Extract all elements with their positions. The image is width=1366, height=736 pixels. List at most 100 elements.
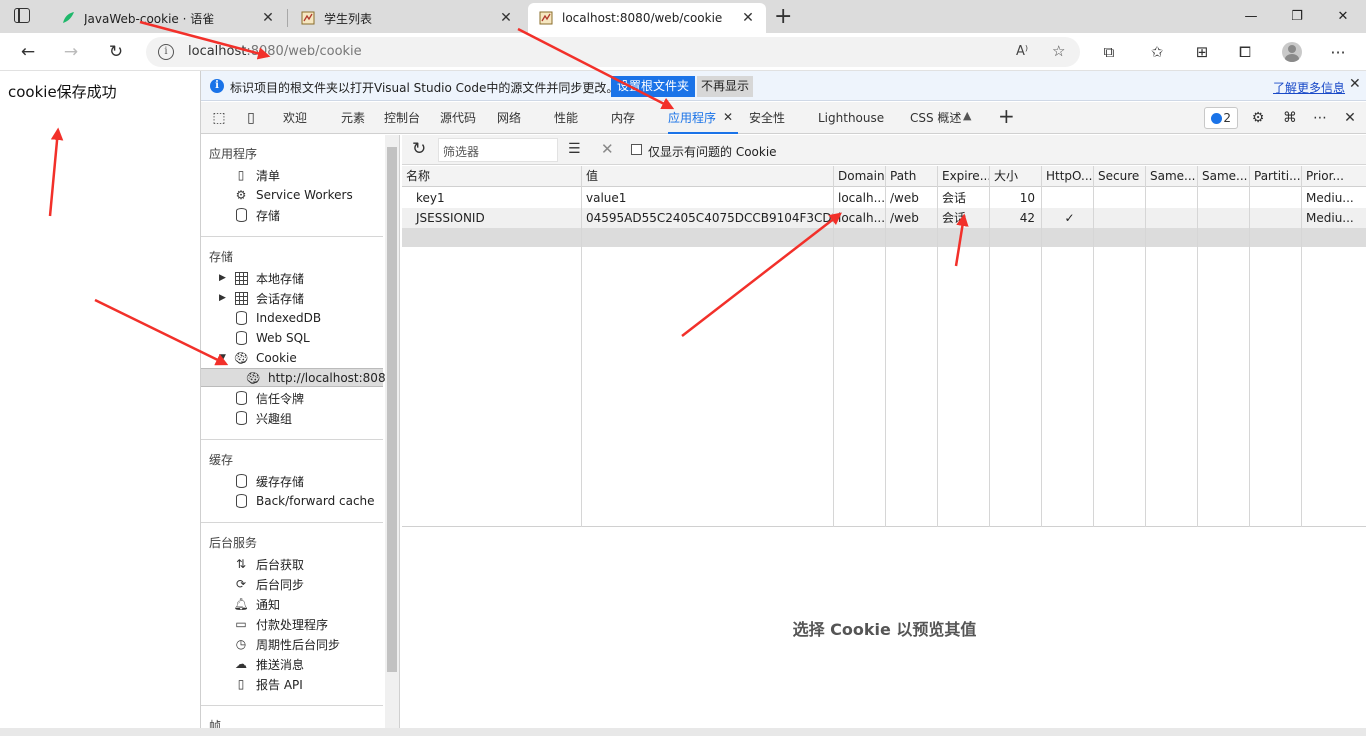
read-aloud-icon[interactable]: A⁾	[1016, 44, 1028, 59]
settings-gear-icon[interactable]: ⚙	[1249, 109, 1267, 127]
forward-arrow-icon[interactable]: →	[56, 37, 86, 67]
site-info-icon[interactable]: i	[158, 44, 174, 60]
issues-badge[interactable]: 2	[1204, 107, 1238, 129]
tab-css-overview[interactable]: CSS 概述	[910, 102, 961, 134]
new-tab-button[interactable]: +	[774, 4, 792, 29]
clear-all-icon[interactable]: ☰	[568, 141, 581, 157]
maximize-button[interactable]: ❐	[1274, 0, 1320, 33]
tab-sources[interactable]: 源代码	[440, 102, 476, 134]
collapse-arrow-icon[interactable]: ▼	[219, 353, 226, 363]
column-header-partition-key[interactable]: Partiti...	[1250, 166, 1301, 187]
refresh-icon[interactable]: ↻	[101, 37, 131, 67]
column-header-httponly[interactable]: HttpO...	[1042, 166, 1093, 187]
column-header-secure[interactable]: Secure	[1094, 166, 1145, 187]
sidebar-item-local-storage[interactable]: 本地存储	[233, 268, 304, 288]
close-tab-icon[interactable]: ✕	[723, 110, 733, 124]
page-content: cookie保存成功	[0, 71, 200, 728]
device-emulation-icon[interactable]: ▯	[242, 109, 260, 127]
only-issues-checkbox[interactable]	[631, 144, 642, 155]
expand-arrow-icon[interactable]: ▶	[219, 273, 226, 283]
close-devtools-icon[interactable]: ✕	[1341, 109, 1359, 127]
tab-localhost-cookie[interactable]: localhost:8080/web/cookie ✕	[528, 3, 766, 33]
column-header-domain[interactable]: Domain	[834, 166, 885, 187]
sidebar-item-cache-storage[interactable]: 缓存存储	[233, 471, 304, 491]
column-header-priority[interactable]: Prior...	[1302, 166, 1366, 187]
cell-name: key1	[416, 191, 445, 205]
avatar[interactable]	[1277, 37, 1307, 67]
filter-input[interactable]: 筛选器	[438, 138, 558, 162]
tab-console[interactable]: 控制台	[384, 102, 420, 134]
tab-javaweb-cookie[interactable]: JavaWeb-cookie · 语雀 ✕	[50, 3, 286, 33]
dont-show-again-button[interactable]: 不再显示	[697, 76, 754, 97]
tab-elements[interactable]: 元素	[341, 102, 365, 134]
gear-icon: ⚙	[235, 188, 247, 202]
close-tab-icon[interactable]: ✕	[498, 10, 514, 26]
column-header-name[interactable]: 名称	[402, 166, 581, 187]
cell-expires: 会话	[942, 211, 967, 225]
column-header-size[interactable]: 大小	[990, 166, 1041, 187]
up-down-arrows-icon: ⇅	[235, 557, 247, 571]
settings-more-icon[interactable]: ···	[1323, 37, 1353, 67]
collections-icon[interactable]: ⊞	[1187, 37, 1217, 67]
tab-student-list[interactable]: 学生列表 ✕	[290, 3, 524, 33]
close-tab-icon[interactable]: ✕	[260, 10, 276, 26]
column-header-path[interactable]: Path	[886, 166, 937, 187]
sidebar-item-service-workers[interactable]: ⚙ Service Workers	[233, 185, 353, 205]
sidebar-item-cookie-origin[interactable]: 🍪︎ http://localhost:8080	[245, 368, 393, 388]
sidebar-item-storage[interactable]: 存储	[233, 205, 280, 225]
cell-path: /web	[890, 211, 919, 225]
learn-more-link[interactable]: 了解更多信息	[1273, 79, 1345, 96]
more-tabs-button[interactable]: +	[998, 104, 1015, 128]
only-issues-label: 仅显示有问题的 Cookie	[648, 145, 777, 159]
tab-welcome[interactable]: 欢迎	[283, 102, 307, 134]
column-header-expires[interactable]: Expire...	[938, 166, 989, 187]
favorites-icon[interactable]: ✩	[1142, 37, 1172, 67]
table-row[interactable]: key1 value1 localh... /web 会话 10 Mediu..…	[402, 188, 1366, 208]
close-window-button[interactable]: ✕	[1320, 0, 1366, 33]
cell-samesite	[1146, 188, 1197, 208]
sidebar-item-reporting-api[interactable]: ▯ 报告 API	[233, 674, 303, 694]
minimize-button[interactable]: —	[1228, 0, 1274, 33]
expand-arrow-icon[interactable]: ▶	[219, 293, 226, 303]
sidebar-item-periodic-sync[interactable]: ◷ 周期性后台同步	[233, 634, 340, 654]
more-options-icon[interactable]: ⋯	[1311, 109, 1329, 127]
sidebar-item-notifications[interactable]: 🔔︎ 通知	[233, 594, 280, 614]
sidebar-item-background-fetch[interactable]: ⇅ 后台获取	[233, 554, 304, 574]
extensions-icon[interactable]: ⧉	[1094, 37, 1124, 67]
table-row[interactable]: JSESSIONID 04595AD55C2405C4075DCCB9104F3…	[402, 208, 1366, 228]
dock-options-icon[interactable]: ⌘	[1281, 109, 1299, 127]
sidebar-item-bfcache[interactable]: Back/forward cache	[233, 491, 375, 511]
sidebar-item-cookie[interactable]: 🍪︎ Cookie	[233, 348, 296, 368]
column-header-value[interactable]: 值	[582, 166, 833, 187]
tab-security[interactable]: 安全性	[749, 102, 785, 134]
tab-performance[interactable]: 性能	[554, 102, 578, 134]
sidebar-item-session-storage[interactable]: 会话存储	[233, 288, 304, 308]
sidebar-item-payment-handler[interactable]: ▭ 付款处理程序	[233, 614, 328, 634]
delete-selected-icon[interactable]: ✕	[601, 140, 614, 158]
close-tab-icon[interactable]: ✕	[740, 10, 756, 26]
address-bar[interactable]: i localhost:8080/web/cookie A⁾ ☆	[146, 37, 1080, 67]
sidebar-item-manifest[interactable]: ▯ 清单	[233, 165, 280, 185]
tab-network[interactable]: 网络	[497, 102, 521, 134]
sidebar-item-background-sync[interactable]: ⟳ 后台同步	[233, 574, 304, 594]
tab-lighthouse[interactable]: Lighthouse	[818, 102, 884, 134]
cell-size: 10	[1019, 191, 1035, 205]
refresh-icon[interactable]: ↻	[412, 139, 426, 159]
sidebar-item-trust-tokens[interactable]: 信任令牌	[233, 388, 304, 408]
column-header-sameparty[interactable]: Same...	[1198, 166, 1249, 187]
sidebar-item-indexeddb[interactable]: IndexedDB	[233, 308, 321, 328]
section-storage: 存储	[209, 250, 234, 264]
inspect-element-icon[interactable]: ⬚	[210, 109, 228, 127]
screenshot-icon[interactable]: ⧠	[1230, 37, 1260, 67]
back-arrow-icon[interactable]: ←	[13, 37, 43, 67]
tab-memory[interactable]: 内存	[611, 102, 635, 134]
sidebar-item-interest-groups[interactable]: 兴趣组	[233, 408, 292, 428]
sidebar-item-push-messaging[interactable]: ☁︎ 推送消息	[233, 654, 304, 674]
set-root-folder-button[interactable]: 设置根文件夹	[611, 76, 696, 97]
column-header-samesite[interactable]: Same...	[1146, 166, 1197, 187]
close-infobar-icon[interactable]: ✕	[1349, 76, 1361, 92]
add-favorite-icon[interactable]: ☆	[1052, 42, 1065, 60]
tab-actions-icon[interactable]	[14, 8, 30, 23]
sidebar-item-web-sql[interactable]: Web SQL	[233, 328, 310, 348]
sidebar-scrollbar-thumb[interactable]	[387, 147, 397, 672]
